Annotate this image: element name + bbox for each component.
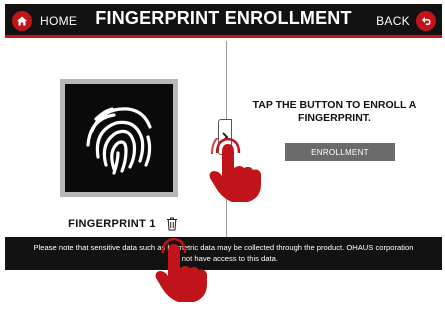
fingerprint-entry: FINGERPRINT 1 [5, 217, 225, 231]
back-label: BACK [376, 14, 410, 28]
app-screen: HOME FINGERPRINT ENROLLMENT BACK FINGERP… [5, 4, 442, 270]
header-bar: HOME FINGERPRINT ENROLLMENT BACK [5, 4, 442, 38]
enrollment-button[interactable]: ENROLLMENT [285, 143, 395, 161]
trash-icon[interactable] [166, 217, 178, 231]
enroll-instruction: TAP THE BUTTON TO ENROLL A FINGERPRINT. [252, 99, 417, 124]
back-arrow-icon [416, 11, 436, 31]
fingerprint-image [60, 79, 178, 197]
fingerprint-panel: FINGERPRINT 1 [5, 41, 225, 237]
back-button[interactable]: BACK [376, 10, 436, 32]
tap-hand-icon [155, 238, 207, 302]
privacy-notice: Please note that sensitive data such as … [5, 237, 442, 270]
notice-line-2: will not have access to this data. [169, 254, 278, 263]
notice-line-1: Please note that sensitive data such as … [33, 243, 414, 252]
tap-hand-icon [209, 138, 261, 202]
fingerprint-icon [86, 107, 152, 175]
fingerprint-name: FINGERPRINT 1 [68, 218, 156, 230]
